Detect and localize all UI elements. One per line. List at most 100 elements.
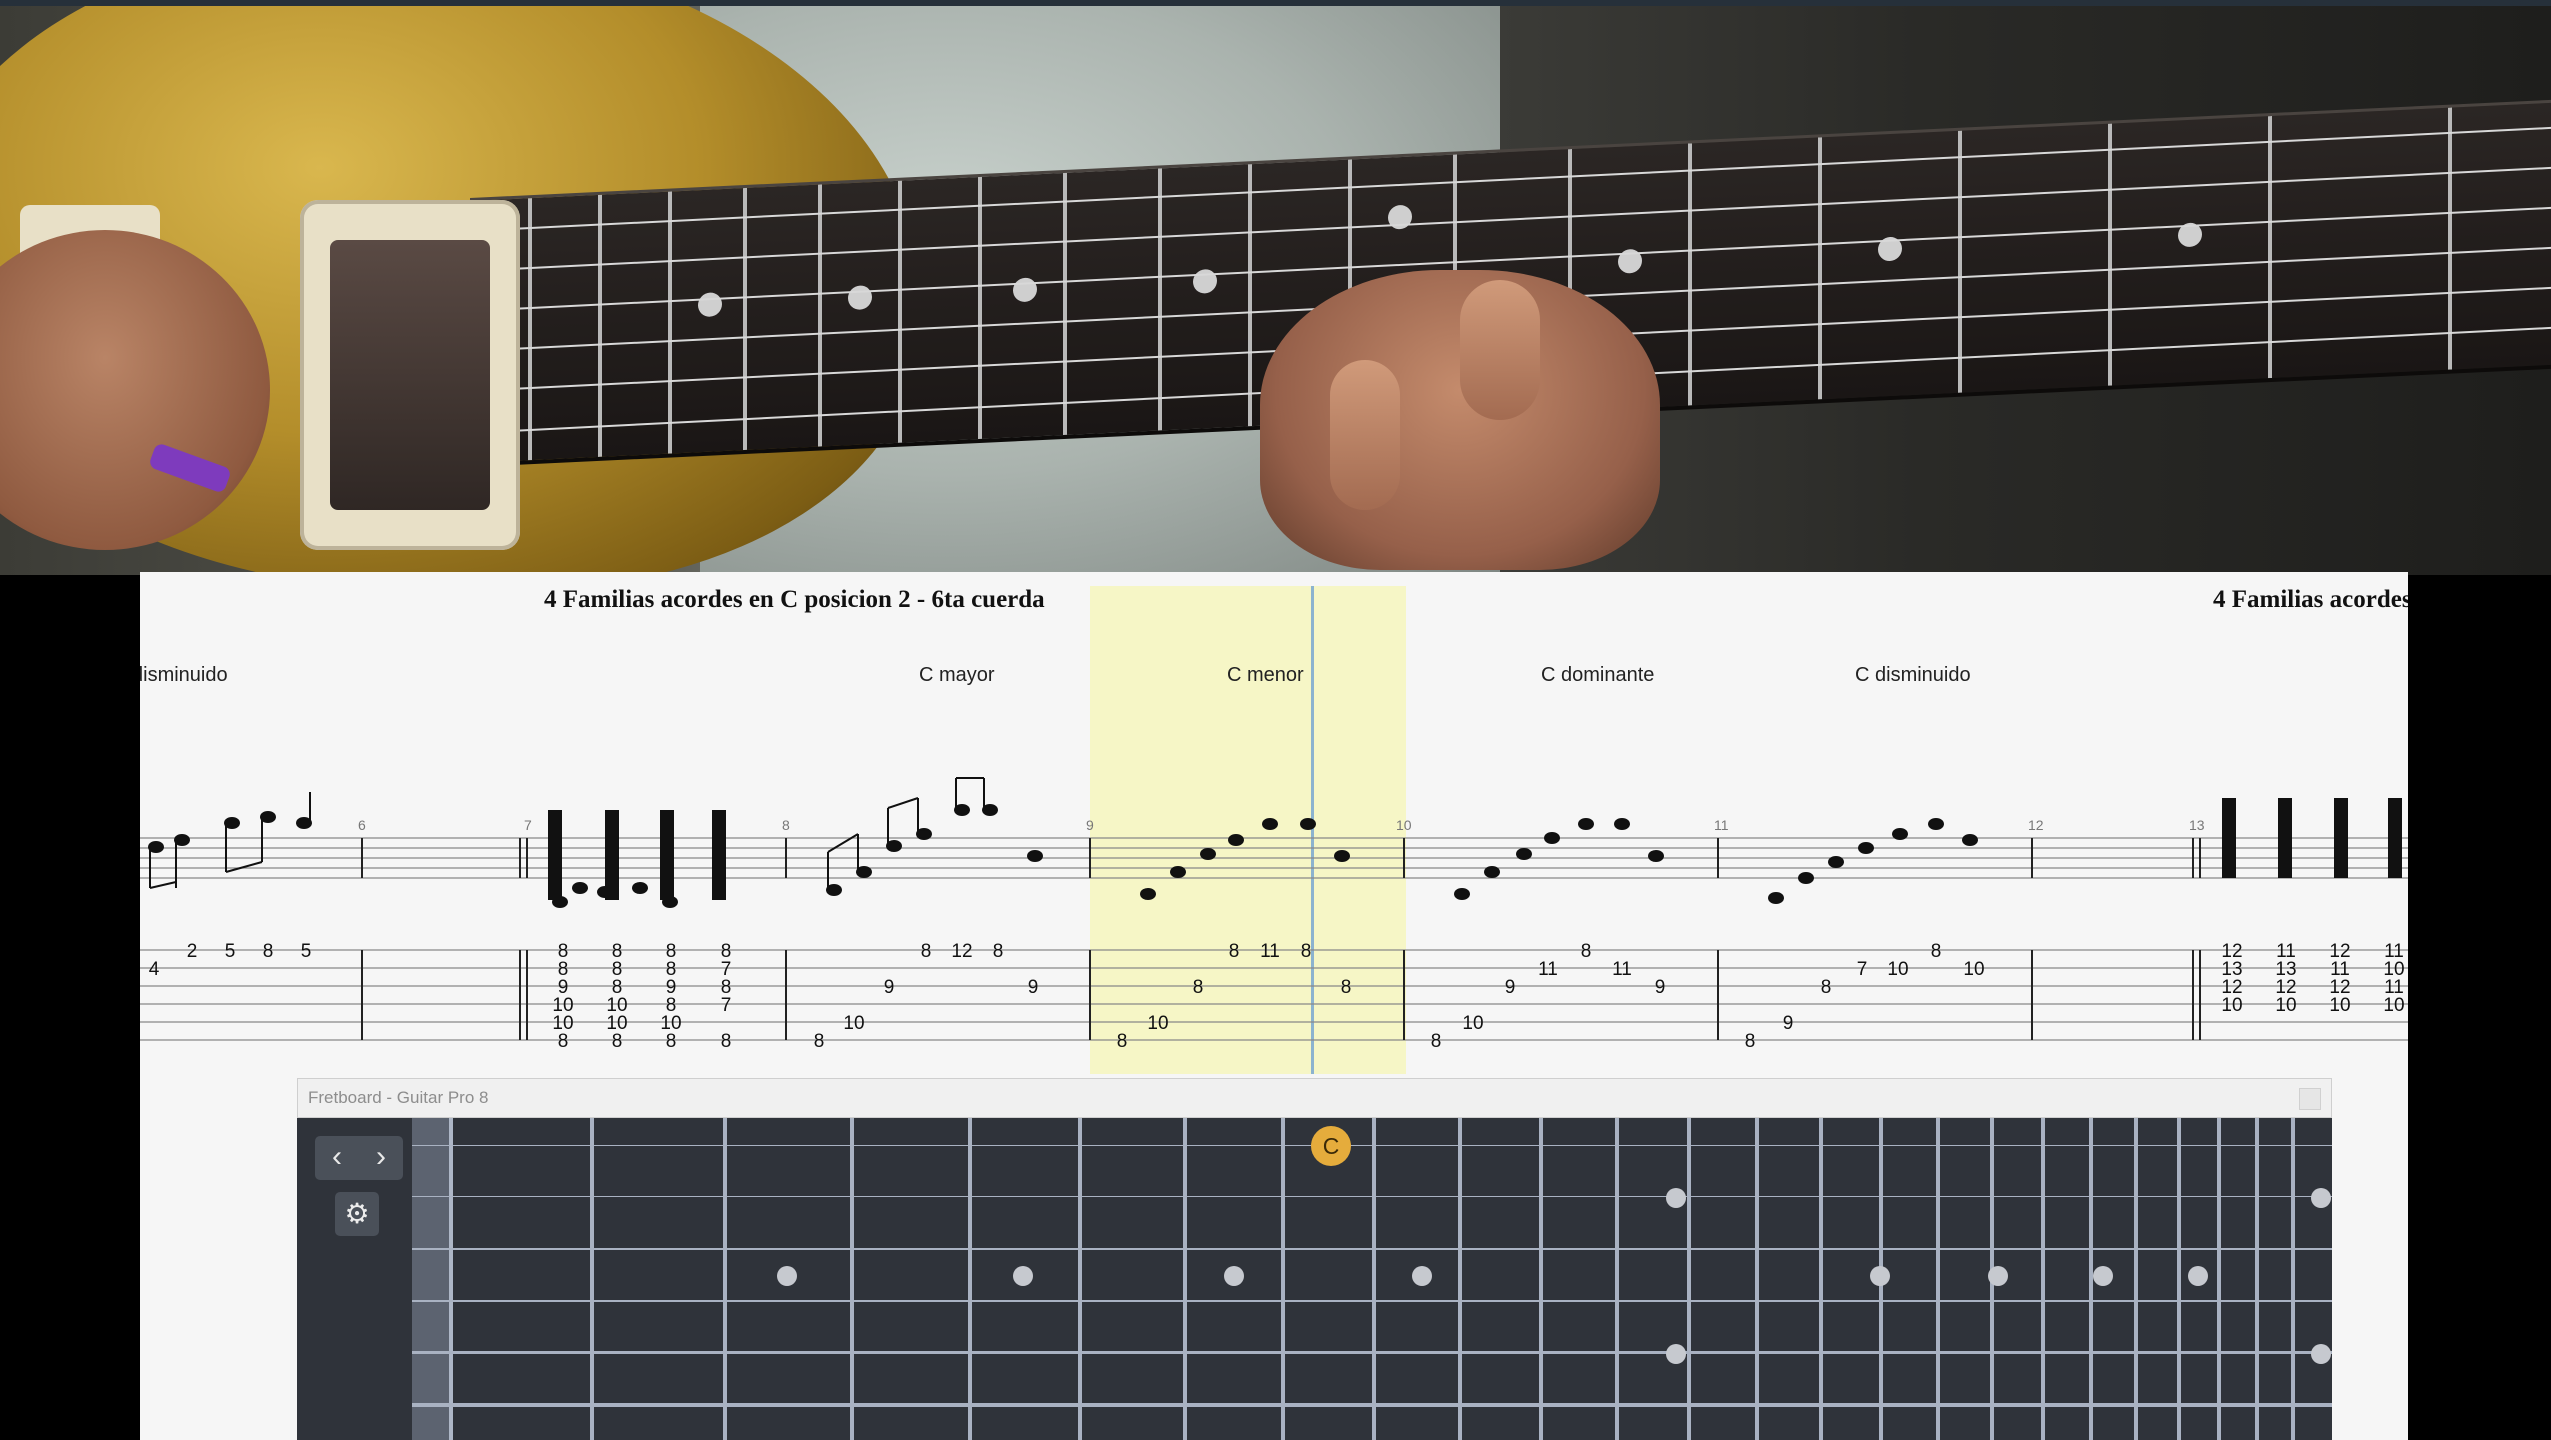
guitar-string (412, 1196, 2332, 1197)
tab-number: 10 (1887, 959, 1908, 980)
fret-line (850, 1118, 854, 1440)
fret-line (1183, 1118, 1187, 1440)
fret-line (2217, 1118, 2221, 1440)
fret-marker (2311, 1344, 2331, 1364)
fret-marker (1988, 1266, 2008, 1286)
bar-number: 12 (2028, 817, 2044, 833)
tab-number: 8 (612, 1031, 623, 1052)
tab-number: 8 (1931, 941, 1942, 962)
fretboard-window-title: Fretboard - Guitar Pro 8 (308, 1088, 489, 1107)
fretboard-note[interactable]: C (1311, 1126, 1351, 1166)
guitar-string (412, 1351, 2332, 1354)
tab-number: 11 (1612, 959, 1632, 980)
fret-line (1458, 1118, 1462, 1440)
gear-icon[interactable]: ⚙ (335, 1192, 379, 1236)
close-icon[interactable] (2299, 1088, 2321, 1110)
tab-number: 10 (1963, 959, 1984, 980)
finger (1330, 360, 1400, 510)
tab-number: 5 (301, 941, 312, 962)
tab-number: 5 (225, 941, 236, 962)
fretboard-nut (412, 1118, 450, 1440)
fret-line (590, 1118, 594, 1440)
guitar-string (412, 1145, 2332, 1146)
fretboard-panel: Fretboard - Guitar Pro 8 C ‹ › ⚙ (297, 1078, 2332, 1440)
bar-number: 6 (358, 817, 366, 833)
bar-number: 7 (524, 817, 532, 833)
fret-line (968, 1118, 972, 1440)
tab-number: 12 (951, 941, 972, 962)
tab-number: 11 (1260, 941, 1280, 962)
fret-line (2134, 1118, 2138, 1440)
fret-line (1819, 1118, 1823, 1440)
video-frame (0, 0, 2551, 575)
tab-number: 9 (884, 977, 895, 998)
tab-number: 8 (1821, 977, 1832, 998)
bar-number: 8 (782, 817, 790, 833)
finger (1460, 280, 1540, 420)
tab-number: 8 (721, 1031, 732, 1052)
fret-line (2255, 1118, 2259, 1440)
fret-marker (1870, 1266, 1890, 1286)
fret-line (1615, 1118, 1619, 1440)
fret-line (2089, 1118, 2093, 1440)
fret-line (1281, 1118, 1285, 1440)
tab-number: 8 (1301, 941, 1312, 962)
tab-number: 9 (1655, 977, 1666, 998)
fret-marker (1666, 1344, 1686, 1364)
fret-marker (2188, 1266, 2208, 1286)
tab-number: 10 (1147, 1013, 1168, 1034)
notation-staff: 6 7 8 9 10 11 12 13 4 2 5 8 5 8 8 9 10 1… (140, 777, 2408, 1052)
fret-marker (1412, 1266, 1432, 1286)
fret-line (2291, 1118, 2295, 1440)
fret-marker (1013, 1266, 1033, 1286)
guitar-string (412, 1403, 2332, 1407)
tab-number: 8 (558, 1031, 569, 1052)
tab-number: 10 (2329, 995, 2350, 1016)
tab-number: 8 (921, 941, 932, 962)
bar-number: 9 (1086, 817, 1094, 833)
guitar-string (412, 1248, 2332, 1250)
fret-line (1539, 1118, 1543, 1440)
tab-number: 9 (1028, 977, 1039, 998)
bridge-pickup (300, 200, 520, 550)
tab-number: 8 (263, 941, 274, 962)
tab-number: 10 (2221, 995, 2242, 1016)
tab-number: 7 (721, 995, 732, 1016)
navigation-buttons: ‹ › (315, 1136, 403, 1180)
fret-marker (1666, 1188, 1686, 1208)
fret-line (1687, 1118, 1691, 1440)
fret-line (1936, 1118, 1940, 1440)
fret-marker (777, 1266, 797, 1286)
bar-number: 11 (1714, 817, 1729, 833)
tab-number: 8 (1581, 941, 1592, 962)
tab-number: 10 (1462, 1013, 1483, 1034)
tab-number: 8 (1229, 941, 1240, 962)
tab-number: 9 (1505, 977, 1516, 998)
bar-number: 10 (1396, 817, 1412, 833)
top-bar (0, 0, 2551, 6)
fret-line (1755, 1118, 1759, 1440)
tab-number: 2 (187, 941, 198, 962)
tab-number: 7 (1857, 959, 1868, 980)
fret-line (2041, 1118, 2045, 1440)
tab-number: 8 (1745, 1031, 1756, 1052)
fret-line (723, 1118, 727, 1440)
tab-number: 8 (1341, 977, 1352, 998)
tab-number: 8 (814, 1031, 825, 1052)
tab-number: 8 (1431, 1031, 1442, 1052)
fret-marker (2093, 1266, 2113, 1286)
nut-edge (449, 1118, 453, 1440)
fret-line (2177, 1118, 2181, 1440)
tab-number: 8 (1193, 977, 1204, 998)
tab-number: 11 (1538, 959, 1558, 980)
chevron-left-icon[interactable]: ‹ (315, 1136, 359, 1180)
tab-number: 9 (1783, 1013, 1794, 1034)
fret-marker (1224, 1266, 1244, 1286)
tab-number: 10 (843, 1013, 864, 1034)
chevron-right-icon[interactable]: › (359, 1136, 403, 1180)
guitar-string (412, 1300, 2332, 1302)
tab-number: 10 (2275, 995, 2296, 1016)
fretboard-titlebar: Fretboard - Guitar Pro 8 (297, 1078, 2332, 1118)
tab-number: 8 (1117, 1031, 1128, 1052)
tab-number: 8 (993, 941, 1004, 962)
